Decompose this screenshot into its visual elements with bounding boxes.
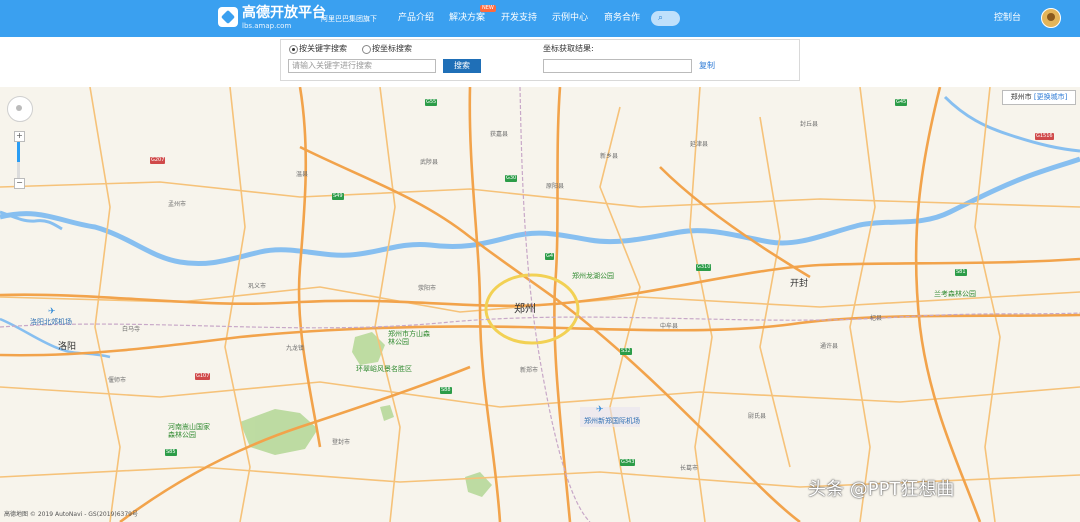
radio-coord[interactable] (362, 45, 371, 54)
place-label: 杞县 (870, 315, 883, 322)
place-label: 原阳县 (546, 183, 565, 190)
city-label-kaifeng: 开封 (790, 279, 809, 289)
road-shield: S81 (955, 269, 967, 276)
road-shield: G30 (505, 175, 518, 182)
place-label: 中牟县 (660, 323, 679, 330)
new-badge: NEW (480, 5, 496, 12)
avatar[interactable] (1041, 8, 1061, 28)
keyword-placeholder: 请输入关键字进行搜索 (292, 61, 372, 70)
nav-dev-support[interactable]: 开发支持 (501, 12, 537, 24)
map-canvas[interactable]: 郑州 开封 洛阳 郑州龙湖公园 郑州市方山森林公园 环翠峪风景名胜区 河南嵩山国… (0, 87, 1080, 522)
poi-songshan-park: 河南嵩山国家森林公园 (168, 423, 210, 439)
place-label: 荥阳市 (418, 285, 437, 292)
current-city: 郑州市 (1010, 93, 1032, 101)
nav-business[interactable]: 商务合作 (604, 12, 640, 24)
header-search-button[interactable]: ⌕ (651, 11, 680, 26)
place-label: 武陟县 (420, 159, 439, 166)
place-label: 白马寺 (122, 326, 141, 333)
place-label: 封丘县 (800, 121, 819, 128)
copy-link[interactable]: 复制 (699, 61, 715, 71)
road-shield: S49 (332, 193, 344, 200)
place-label: 获嘉县 (490, 131, 509, 138)
road-shield: G45 (895, 99, 908, 106)
road-shield: G310 (696, 264, 712, 271)
place-label: 九龙镇 (286, 345, 305, 352)
map-pan-control[interactable] (7, 96, 33, 122)
place-label: 通许县 (820, 343, 839, 350)
road-shield: S85 (165, 449, 177, 456)
radio-coord-label[interactable]: 按坐标搜索 (372, 43, 412, 54)
search-button[interactable]: 搜索 (443, 59, 481, 73)
place-label: 巩义市 (248, 283, 267, 290)
nav-examples[interactable]: 示例中心 (552, 12, 588, 24)
place-label: 孟州市 (168, 201, 187, 208)
city-label-luoyang: 洛阳 (58, 342, 77, 352)
group-label: 阿里巴巴集团旗下 (321, 15, 377, 23)
search-panel: 按关键字搜索 按坐标搜索 坐标获取结果: 请输入关键字进行搜索 搜索 复制 (280, 39, 800, 81)
nav-products[interactable]: 产品介绍 (398, 12, 434, 24)
zoom-control[interactable]: + − (14, 131, 25, 189)
road-shield: G107 (195, 373, 211, 380)
poi-lankao-park: 兰考森林公园 (934, 290, 976, 298)
search-area: 按关键字搜索 按坐标搜索 坐标获取结果: 请输入关键字进行搜索 搜索 复制 (0, 37, 1080, 89)
console-link[interactable]: 控制台 (994, 12, 1021, 24)
map-base-layer (0, 87, 1080, 522)
road-shield: G4 (545, 253, 555, 260)
place-label: 尉氏县 (748, 413, 767, 420)
poi-fangshan-park: 郑州市方山森林公园 (388, 330, 430, 346)
place-label: 新郑市 (520, 367, 539, 374)
poi-huancuiyu: 环翠峪风景名胜区 (356, 365, 412, 373)
airport-icon: ✈ (596, 405, 604, 415)
nav-solutions[interactable]: 解决方案 (449, 12, 485, 24)
place-label: 偃师市 (108, 377, 127, 384)
road-shield: G343 (620, 459, 636, 466)
logo-subtitle: lbs.amap.com (242, 22, 292, 30)
search-icon: ⌕ (658, 13, 664, 23)
poi-luoyang-airport: 洛阳北郊机场 (30, 318, 72, 326)
top-bar: 高德开放平台 lbs.amap.com 阿里巴巴集团旗下 产品介绍 解决方案 N… (0, 0, 1080, 37)
place-label: 延津县 (690, 141, 709, 148)
road-shield: G1516 (1035, 133, 1054, 140)
poi-zhengzhou-airport: 郑州新郑国际机场 (584, 417, 640, 425)
change-city-link[interactable]: [更换城市] (1034, 93, 1067, 101)
road-shield: G55 (425, 99, 438, 106)
city-label-zhengzhou: 郑州 (514, 302, 536, 315)
coord-result-field[interactable] (543, 59, 692, 73)
zoom-level-fill (17, 142, 20, 162)
zoom-in-button[interactable]: + (14, 131, 25, 142)
logo[interactable]: 高德开放平台 lbs.amap.com (218, 5, 326, 33)
city-switcher[interactable]: 郑州市 [更换城市] (1002, 90, 1076, 105)
coord-result-label: 坐标获取结果: (543, 44, 594, 53)
radio-keyword[interactable] (289, 45, 298, 54)
road-shield: G207 (150, 157, 166, 164)
zoom-out-button[interactable]: − (14, 178, 25, 189)
road-shield: S32 (620, 348, 632, 355)
place-label: 新乡县 (600, 153, 619, 160)
place-label: 登封市 (332, 439, 351, 446)
road-shield: S88 (440, 387, 452, 394)
place-label: 温县 (296, 171, 309, 178)
keyword-input[interactable]: 请输入关键字进行搜索 (288, 59, 436, 73)
watermark: 头条 @PPT狂想曲 (808, 479, 955, 500)
radio-keyword-label[interactable]: 按关键字搜索 (299, 43, 347, 54)
logo-title: 高德开放平台 (242, 5, 326, 21)
amap-logo-icon (218, 7, 238, 27)
map-copyright: 高德地图 © 2019 AutoNavi - GS(2019)6379号 (4, 511, 138, 518)
place-label: 长葛市 (680, 465, 699, 472)
poi-longhu-park: 郑州龙湖公园 (572, 272, 614, 280)
airport-icon: ✈ (48, 307, 56, 317)
